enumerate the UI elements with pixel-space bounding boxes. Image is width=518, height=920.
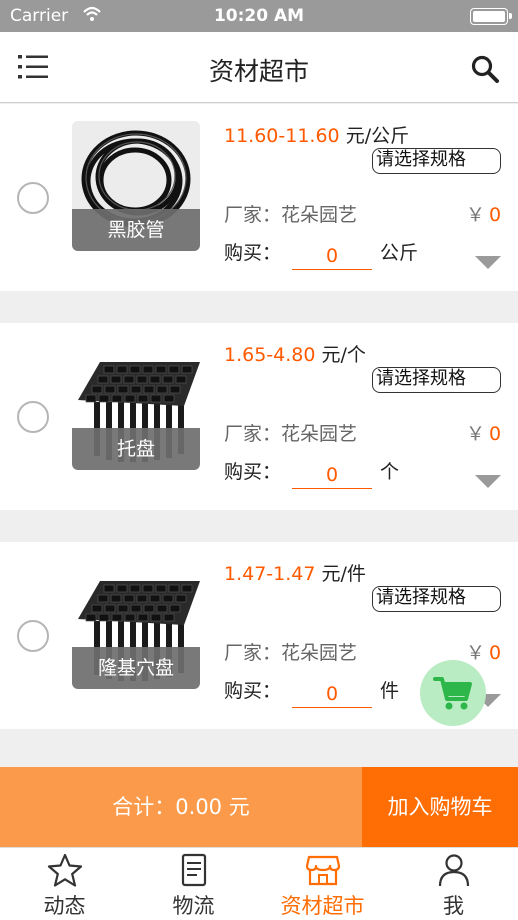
manufacturer-label: 厂家：花朵园艺 <box>224 423 358 445</box>
product-image[interactable]: 黑胶管 <box>72 121 200 251</box>
buy-label: 购买： <box>224 242 282 264</box>
tab-news[interactable]: 动态 <box>0 848 129 920</box>
battery-icon <box>470 8 512 25</box>
product-name: 隆基穴盘 <box>72 647 200 689</box>
buy-label: 购买： <box>224 461 282 483</box>
quantity-input[interactable] <box>292 242 372 270</box>
buy-label: 购买： <box>224 680 282 702</box>
subtotal-value: 0 <box>489 204 502 226</box>
price-unit: 元/公斤 <box>345 125 410 147</box>
quantity-input[interactable] <box>292 680 372 708</box>
select-spec-button[interactable]: 请选择规格 <box>372 148 501 174</box>
tab-logistics[interactable]: 物流 <box>129 848 258 920</box>
subtotal-value: 0 <box>489 423 502 445</box>
select-radio[interactable] <box>17 182 49 214</box>
cart-total: 合计：0.00 元 <box>0 767 362 847</box>
tab-label: 物流 <box>172 894 215 918</box>
price-unit: 元/件 <box>321 563 366 585</box>
add-to-cart-button[interactable]: 加入购物车 <box>362 767 518 847</box>
quantity-unit: 件 <box>380 680 400 702</box>
product-name: 黑胶管 <box>72 209 200 251</box>
chevron-down-icon[interactable] <box>475 254 501 270</box>
checkout-bar: 合计：0.00 元 加入购物车 <box>0 767 518 847</box>
status-bar: Carrier 10:20 AM <box>0 0 518 32</box>
select-radio[interactable] <box>17 620 49 652</box>
select-spec-button[interactable]: 请选择规格 <box>372 586 501 612</box>
manufacturer-label: 厂家：花朵园艺 <box>224 642 358 664</box>
price-range: 1.65-4.80 <box>224 344 316 366</box>
manufacturer-label: 厂家：花朵园艺 <box>224 204 358 226</box>
subtotal-value: 0 <box>489 642 502 664</box>
select-radio[interactable] <box>17 401 49 433</box>
currency-symbol: ￥ <box>466 642 486 664</box>
shopping-cart-icon <box>433 677 472 710</box>
tab-supplies-market[interactable]: 资材超市 <box>258 848 387 920</box>
page-title: 资材超市 <box>208 57 309 86</box>
price-unit: 元/个 <box>321 344 366 366</box>
chevron-down-icon[interactable] <box>475 473 501 489</box>
person-icon <box>438 854 470 887</box>
price-line: 1.65-4.80 元/个 <box>224 340 366 367</box>
tab-label: 动态 <box>43 894 86 918</box>
app-screen: Carrier 10:20 AM 资材超市 黑胶管 11.60-11.60 元/… <box>0 0 518 920</box>
item-subtotal: ￥ 0 <box>466 419 501 446</box>
price-line: 11.60-11.60 元/公斤 <box>224 121 409 148</box>
document-icon <box>181 853 207 887</box>
product-name: 托盘 <box>72 428 200 470</box>
quantity-unit: 公斤 <box>380 242 419 264</box>
navigation-bar: 资材超市 <box>0 32 518 103</box>
tab-bar: 动态 物流 资材超市 我 <box>0 847 518 920</box>
select-spec-button[interactable]: 请选择规格 <box>372 367 501 393</box>
product-image[interactable]: 托盘 <box>72 340 200 470</box>
product-card: 黑胶管 11.60-11.60 元/公斤 请选择规格 厂家：花朵园艺 ￥ 0 购买… <box>0 104 518 291</box>
quantity-unit: 个 <box>380 461 400 483</box>
price-line: 1.47-1.47 元/件 <box>224 559 366 586</box>
price-range: 11.60-11.60 <box>224 125 340 147</box>
search-icon[interactable] <box>470 54 500 84</box>
product-image[interactable]: 隆基穴盘 <box>72 559 200 689</box>
product-card: 托盘 1.65-4.80 元/个 请选择规格 厂家：花朵园艺 ￥0 购买： 个 <box>0 323 518 510</box>
star-icon <box>47 853 83 887</box>
currency-symbol: ￥ <box>466 204 486 226</box>
item-subtotal: ￥ 0 <box>466 638 501 665</box>
tab-label: 我 <box>443 894 464 918</box>
item-subtotal: ￥ 0 <box>466 200 501 227</box>
quantity-input[interactable] <box>292 461 372 489</box>
currency-symbol: ￥ <box>466 423 486 445</box>
price-range: 1.47-1.47 <box>224 563 316 585</box>
tab-me[interactable]: 我 <box>389 848 518 920</box>
shop-icon <box>305 855 341 886</box>
tab-label: 资材超市 <box>280 894 365 918</box>
floating-cart-button[interactable] <box>420 660 486 726</box>
status-time: 10:20 AM <box>213 6 305 26</box>
